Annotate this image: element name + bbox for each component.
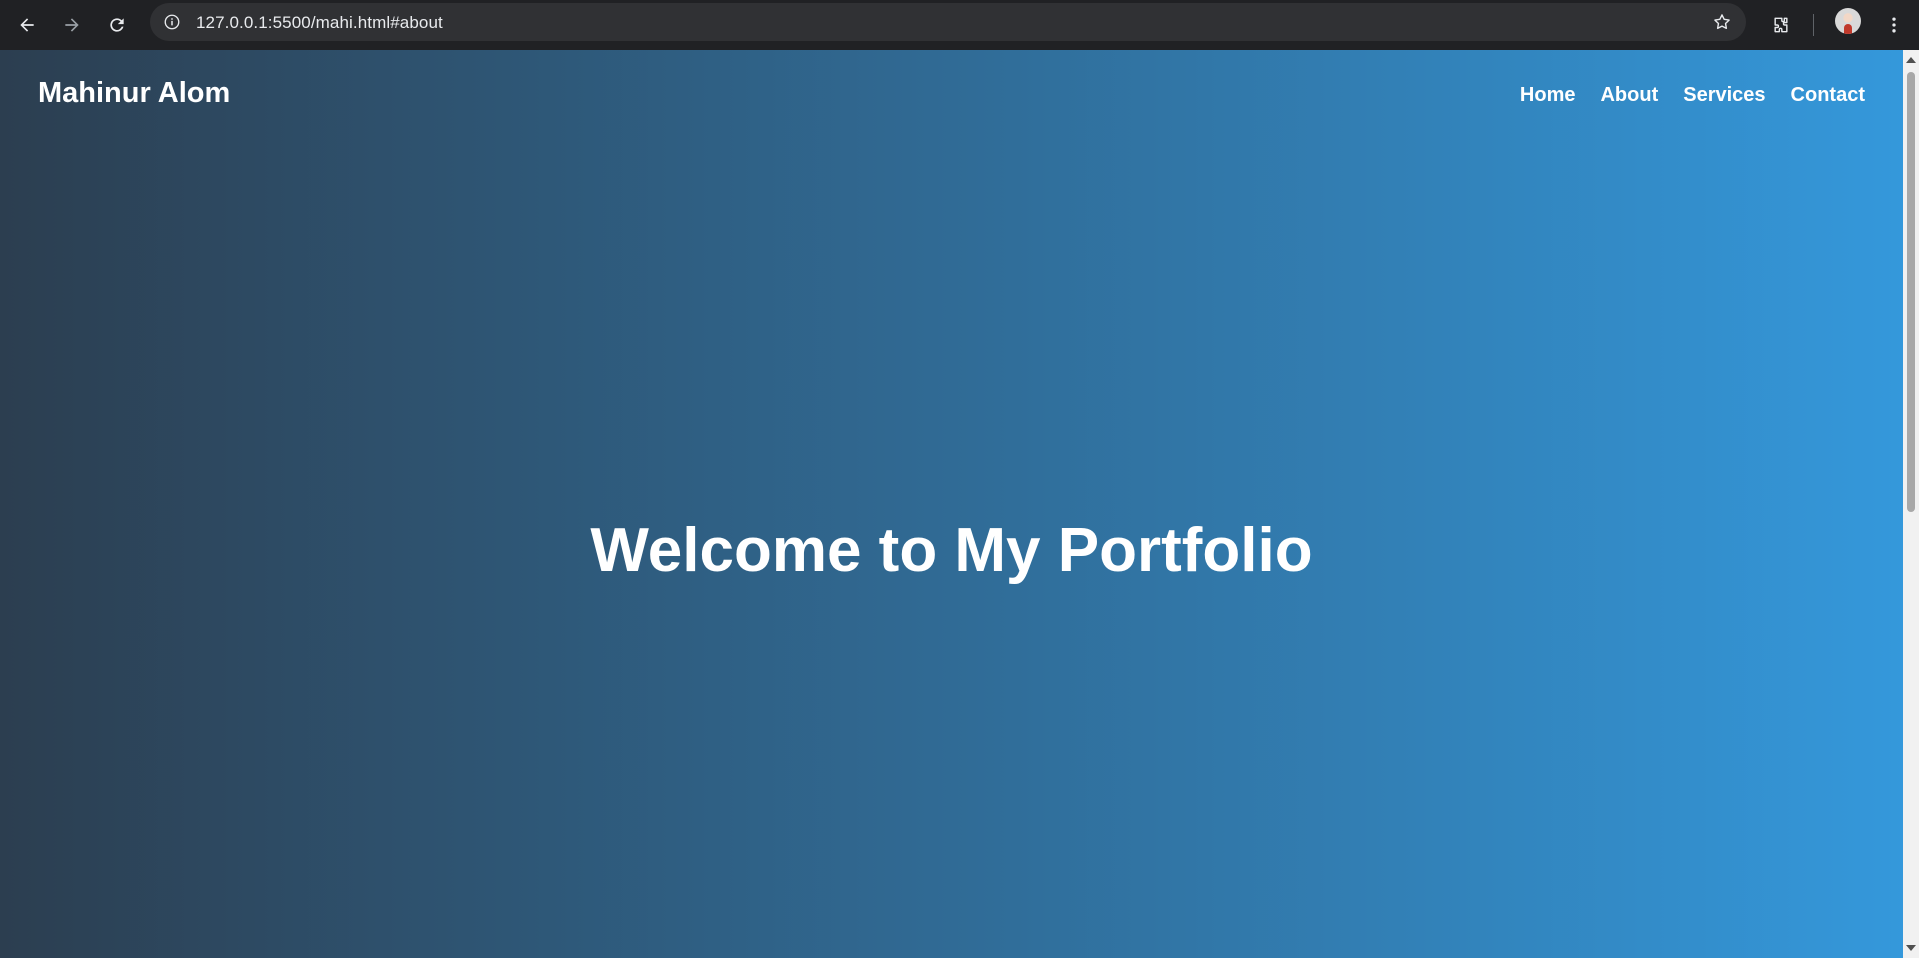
arrow-right-icon bbox=[65, 18, 79, 32]
scroll-down-icon[interactable] bbox=[1906, 945, 1916, 951]
url-text[interactable]: 127.0.0.1:5500/mahi.html#about bbox=[196, 13, 443, 33]
nav-link-home[interactable]: Home bbox=[1520, 84, 1576, 107]
page-scrollbar[interactable] bbox=[1903, 50, 1919, 958]
avatar[interactable] bbox=[1835, 8, 1861, 34]
nav-link-about[interactable]: About bbox=[1600, 84, 1658, 107]
back-button[interactable] bbox=[8, 6, 46, 44]
reload-button[interactable] bbox=[98, 6, 136, 44]
toolbar-divider bbox=[1813, 14, 1814, 36]
site-nav: Home About Services Contact bbox=[1520, 84, 1865, 107]
site-header: Mahinur Alom Home About Services Contact bbox=[0, 50, 1903, 140]
address-bar[interactable]: 127.0.0.1:5500/mahi.html#about bbox=[150, 3, 1746, 41]
hero-title: Welcome to My Portfolio bbox=[590, 516, 1313, 585]
kebab-menu-icon bbox=[1892, 17, 1896, 33]
reload-icon bbox=[110, 18, 124, 32]
menu-button[interactable] bbox=[1875, 6, 1913, 44]
nav-link-services[interactable]: Services bbox=[1683, 84, 1765, 107]
extensions-button[interactable] bbox=[1762, 6, 1800, 44]
scroll-thumb[interactable] bbox=[1907, 72, 1915, 512]
puzzle-icon bbox=[1774, 17, 1788, 33]
arrow-left-icon bbox=[20, 18, 34, 32]
star-icon[interactable] bbox=[1710, 10, 1734, 34]
info-icon[interactable] bbox=[160, 10, 184, 34]
site-logo[interactable]: Mahinur Alom bbox=[38, 77, 230, 110]
page-content: Mahinur Alom Home About Services Contact… bbox=[0, 50, 1903, 958]
nav-link-contact[interactable]: Contact bbox=[1791, 84, 1865, 107]
browser-toolbar: 127.0.0.1:5500/mahi.html#about bbox=[0, 0, 1919, 50]
scroll-up-icon[interactable] bbox=[1906, 57, 1916, 63]
forward-button[interactable] bbox=[53, 6, 91, 44]
